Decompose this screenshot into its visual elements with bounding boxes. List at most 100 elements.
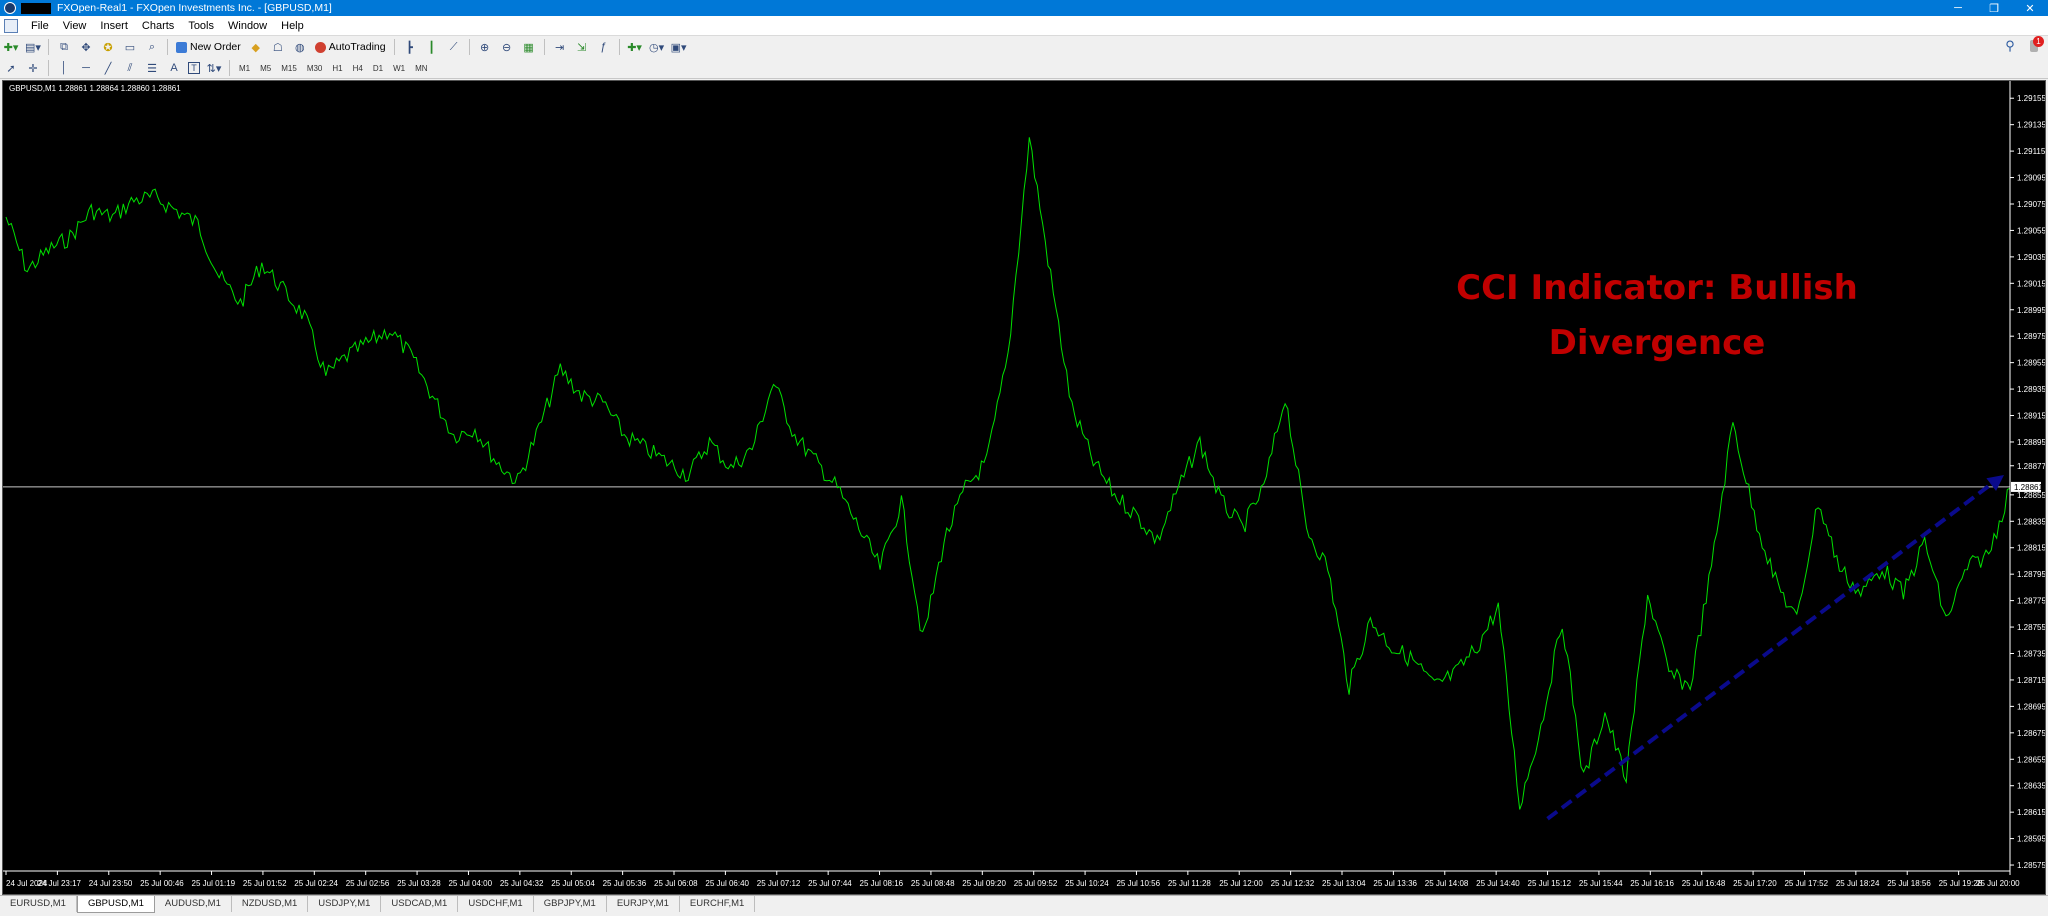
metaeditor-icon[interactable]: ◆ bbox=[248, 39, 264, 55]
candlestick-icon[interactable]: ┃ bbox=[424, 39, 440, 55]
tab-gbpusd[interactable]: GBPUSD,M1 bbox=[76, 896, 155, 913]
tab-eurchf[interactable]: EURCHF,M1 bbox=[680, 896, 756, 912]
indicators-icon[interactable]: ƒ bbox=[596, 39, 612, 55]
fibonacci-icon[interactable]: ☰ bbox=[144, 60, 160, 76]
market-watch-icon[interactable]: ⧉ bbox=[56, 39, 72, 55]
timeframe-h4[interactable]: H4 bbox=[348, 64, 368, 73]
chart-annotation[interactable]: CCI Indicator: Bullish Divergence bbox=[1387, 261, 1927, 371]
menu-view[interactable]: View bbox=[56, 20, 94, 32]
close-button[interactable]: ✕ bbox=[2012, 0, 2048, 16]
tab-eurjpy[interactable]: EURJPY,M1 bbox=[607, 896, 680, 912]
profiles-icon[interactable]: ▤▾ bbox=[25, 39, 41, 55]
trendline-icon[interactable]: ╱ bbox=[100, 60, 116, 76]
timeframe-m5[interactable]: M5 bbox=[255, 64, 276, 73]
cursor-icon[interactable]: ➚ bbox=[3, 60, 19, 76]
price-chart[interactable]: 1.29155 1.29135 1.29115 1.29095 1.29075 1.290… bbox=[3, 81, 2045, 894]
chart-window-icon[interactable] bbox=[4, 18, 18, 33]
y-tick-label: 1.28877 bbox=[2017, 462, 2045, 471]
menu-tools[interactable]: Tools bbox=[181, 20, 221, 32]
new-order-button[interactable]: New Order bbox=[176, 41, 241, 53]
annotation-line-2: Divergence bbox=[1548, 323, 1766, 363]
tab-usdcad[interactable]: USDCAD,M1 bbox=[381, 896, 459, 912]
x-tick-label: 25 Jul 16:48 bbox=[1682, 879, 1726, 888]
chart-tabs: EURUSD,M1 GBPUSD,M1 AUDUSD,M1 NZDUSD,M1 … bbox=[0, 895, 2048, 916]
horizontal-line-icon[interactable]: ─ bbox=[78, 60, 94, 76]
x-tick-label: 25 Jul 13:04 bbox=[1322, 879, 1366, 888]
minimize-button[interactable]: ─ bbox=[1940, 0, 1976, 16]
zoom-out-icon[interactable]: ⊖ bbox=[499, 39, 515, 55]
toolbar-separator bbox=[229, 60, 230, 76]
y-tick-label: 1.29155 bbox=[2017, 94, 2045, 103]
data-window-icon[interactable]: ✥ bbox=[78, 39, 94, 55]
timeframe-m30[interactable]: M30 bbox=[302, 64, 328, 73]
menu-file[interactable]: File bbox=[24, 20, 56, 32]
autotrading-button[interactable]: AutoTrading bbox=[314, 41, 386, 53]
restore-button[interactable]: ❐ bbox=[1976, 0, 2012, 16]
y-tick-label: 1.28615 bbox=[2017, 808, 2045, 817]
y-tick-label: 1.29075 bbox=[2017, 200, 2045, 209]
trendline-shaft bbox=[1546, 480, 1996, 821]
arrows-icon[interactable]: ⇅▾ bbox=[206, 60, 222, 76]
text-tool-icon[interactable]: A bbox=[166, 60, 182, 76]
menu-insert[interactable]: Insert bbox=[93, 20, 135, 32]
bar-chart-icon[interactable]: ┣ bbox=[402, 39, 418, 55]
y-tick-label: 1.28915 bbox=[2017, 412, 2045, 421]
timeframe-m1[interactable]: M1 bbox=[234, 64, 255, 73]
x-tick-label: 25 Jul 05:04 bbox=[551, 879, 595, 888]
y-tick-label: 1.28835 bbox=[2017, 517, 2045, 526]
tab-eurusd[interactable]: EURUSD,M1 bbox=[0, 896, 77, 912]
tab-usdjpy[interactable]: USDJPY,M1 bbox=[308, 896, 382, 912]
toolbar-separator bbox=[543, 39, 545, 55]
new-chart-icon[interactable]: ✚▾ bbox=[3, 39, 19, 55]
auto-scroll-icon[interactable]: ⇲ bbox=[574, 39, 590, 55]
x-tick-label: 25 Jul 04:00 bbox=[448, 879, 492, 888]
zoom-in-icon[interactable]: ⊕ bbox=[477, 39, 493, 55]
timeframe-w1[interactable]: W1 bbox=[388, 64, 410, 73]
y-tick-label: 1.29015 bbox=[2017, 279, 2045, 288]
y-tick-label: 1.29115 bbox=[2017, 147, 2045, 156]
tile-windows-icon[interactable]: ▦ bbox=[521, 39, 537, 55]
y-tick-label: 1.28955 bbox=[2017, 359, 2045, 368]
y-tick-label: 1.28735 bbox=[2017, 649, 2045, 658]
tab-nzdusd[interactable]: NZDUSD,M1 bbox=[232, 896, 309, 912]
y-tick-label: 1.28715 bbox=[2017, 676, 2045, 685]
timeframe-d1[interactable]: D1 bbox=[368, 64, 388, 73]
toolbar-separator bbox=[393, 39, 395, 55]
x-tick-label: 25 Jul 09:52 bbox=[1014, 879, 1058, 888]
strategy-tester-icon[interactable]: ⌕ bbox=[144, 39, 160, 55]
crosshair-icon[interactable]: ✛ bbox=[25, 60, 41, 76]
trendline-arrow[interactable] bbox=[1546, 475, 2004, 821]
notifications-icon[interactable]: 1 bbox=[2026, 36, 2044, 54]
timeframe-h1[interactable]: H1 bbox=[327, 64, 347, 73]
periods-icon[interactable]: ◷▾ bbox=[649, 39, 665, 55]
navigator-icon[interactable]: ✪ bbox=[100, 39, 116, 55]
annotation-line-1: CCI Indicator: Bullish bbox=[1456, 268, 1858, 308]
y-tick-label: 1.28975 bbox=[2017, 332, 2045, 341]
market-icon[interactable]: ◍ bbox=[292, 39, 308, 55]
y-tick-label: 1.28855 bbox=[2017, 491, 2045, 500]
tab-usdchf[interactable]: USDCHF,M1 bbox=[458, 896, 534, 912]
vertical-line-icon[interactable]: │ bbox=[56, 60, 72, 76]
search-icon[interactable]: ⚲ bbox=[2002, 38, 2018, 54]
text-label-icon[interactable]: T bbox=[188, 62, 200, 74]
timeframe-m15[interactable]: M15 bbox=[276, 64, 302, 73]
tab-audusd[interactable]: AUDUSD,M1 bbox=[155, 896, 232, 912]
terminal-icon[interactable]: ▭ bbox=[122, 39, 138, 55]
tab-gbpjpy[interactable]: GBPJPY,M1 bbox=[534, 896, 607, 912]
timeframe-mn[interactable]: MN bbox=[410, 64, 432, 73]
menu-window[interactable]: Window bbox=[221, 20, 274, 32]
y-tick-label: 1.28675 bbox=[2017, 729, 2045, 738]
chart-window[interactable]: 1.29155 1.29135 1.29115 1.29095 1.29075 1.290… bbox=[2, 80, 2046, 895]
signals-icon[interactable]: ☖ bbox=[270, 39, 286, 55]
templates-icon[interactable]: ▣▾ bbox=[671, 39, 687, 55]
equidistant-channel-icon[interactable]: ⫽ bbox=[122, 60, 138, 76]
menu-charts[interactable]: Charts bbox=[135, 20, 181, 32]
chart-shift-icon[interactable]: ⇥ bbox=[552, 39, 568, 55]
x-tick-label: 25 Jul 12:32 bbox=[1271, 879, 1315, 888]
line-chart-icon[interactable]: ⟋ bbox=[446, 39, 462, 55]
menu-help[interactable]: Help bbox=[274, 20, 311, 32]
indicators-list-icon[interactable]: ✚▾ bbox=[627, 39, 643, 55]
notification-badge: 1 bbox=[2033, 36, 2044, 47]
x-tick-label: 25 Jul 08:48 bbox=[911, 879, 955, 888]
x-tick-label: 25 Jul 15:12 bbox=[1528, 879, 1572, 888]
